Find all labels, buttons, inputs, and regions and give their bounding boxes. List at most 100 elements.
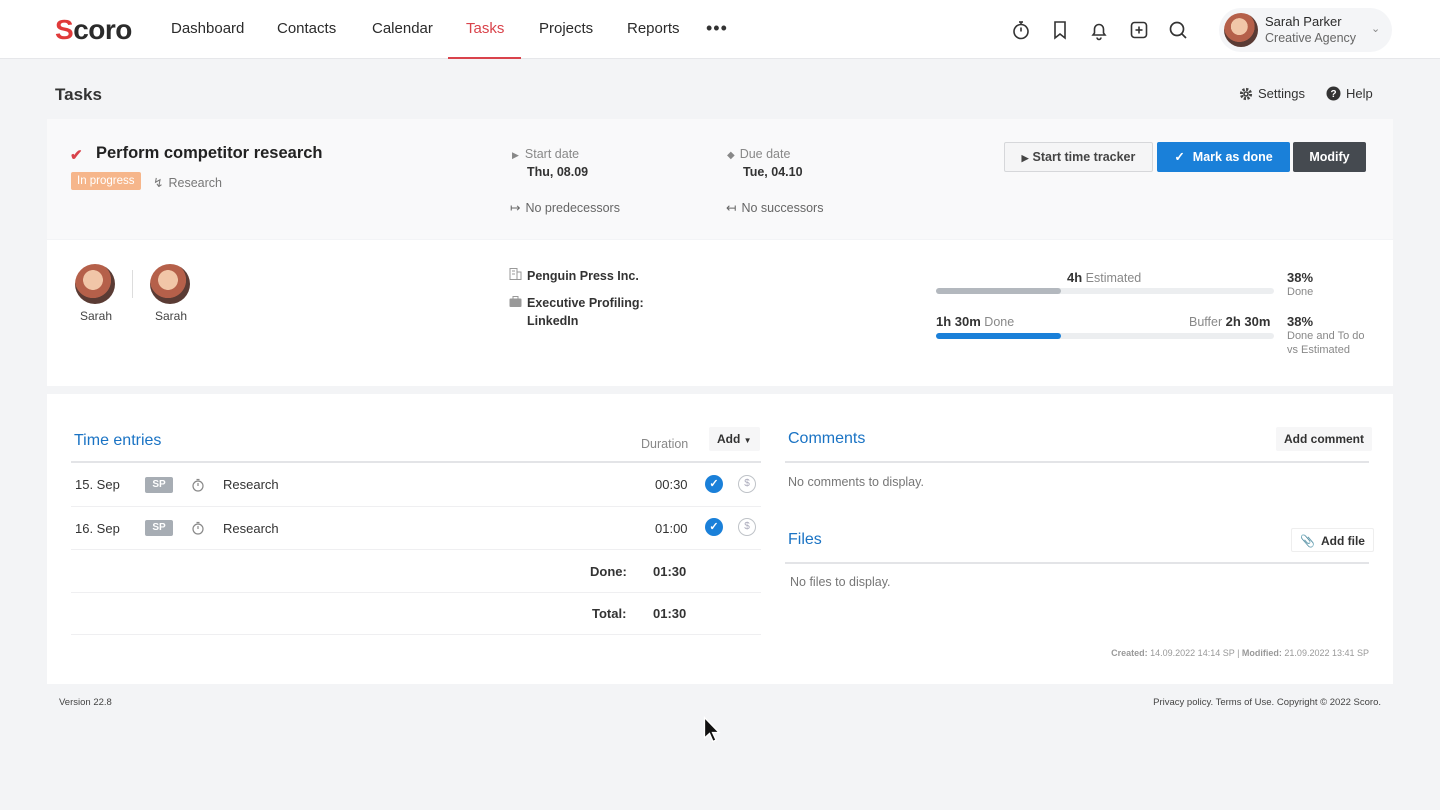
grand-total-label: Total: bbox=[592, 606, 627, 621]
nav-calendar[interactable]: Calendar bbox=[372, 20, 433, 37]
done-time-value: 1h 30m bbox=[936, 314, 981, 329]
add-new-icon[interactable] bbox=[1128, 19, 1150, 41]
due-date-label-text: Due date bbox=[739, 147, 791, 161]
divider bbox=[785, 562, 1369, 564]
paperclip-icon: 📎 bbox=[1300, 534, 1315, 548]
project-name-line2: LinkedIn bbox=[527, 314, 579, 328]
legal-links[interactable]: Privacy policy. Terms of Use. Copyright … bbox=[1000, 697, 1381, 708]
task-activity: ↯ Research bbox=[153, 175, 222, 190]
chevron-down-icon: ⌄ bbox=[1371, 23, 1381, 35]
entry-date: 15. Sep bbox=[75, 477, 120, 492]
user-menu[interactable]: Sarah Parker Creative Agency ⌄ bbox=[1219, 8, 1392, 52]
arrow-right-icon: ↦ bbox=[510, 201, 521, 215]
task-title: Perform competitor research bbox=[96, 144, 323, 162]
predecessors-label: No predecessors bbox=[525, 201, 620, 215]
more-menu-icon[interactable]: ••• bbox=[706, 18, 728, 39]
entry-activity[interactable]: Research bbox=[223, 477, 279, 492]
start-date-label: ▶ Start date bbox=[512, 147, 579, 161]
project-name[interactable]: Executive Profiling: LinkedIn bbox=[527, 294, 644, 330]
scoro-logo[interactable]: Scoro bbox=[55, 14, 132, 46]
successors-label: No successors bbox=[741, 201, 824, 215]
mark-as-done-button[interactable]: ✓ Mark as done bbox=[1157, 142, 1290, 172]
mark-as-done-label: Mark as done bbox=[1192, 150, 1273, 164]
user-initials-badge: SP bbox=[145, 520, 173, 536]
completed-check-icon[interactable]: ✓ bbox=[705, 475, 723, 493]
comments-empty-message: No comments to display. bbox=[788, 475, 924, 489]
done-total-value: 01:30 bbox=[653, 564, 687, 579]
estimated-value: 4h bbox=[1067, 270, 1083, 285]
billable-dollar-icon[interactable]: $ bbox=[738, 518, 756, 536]
add-file-button[interactable]: 📎 Add file bbox=[1291, 528, 1374, 552]
bell-icon[interactable] bbox=[1088, 19, 1110, 41]
start-date-label-text: Start date bbox=[524, 147, 580, 161]
entry-date: 16. Sep bbox=[75, 521, 120, 536]
entry-activity[interactable]: Research bbox=[223, 521, 279, 536]
duration-column-header: Duration bbox=[641, 437, 689, 451]
done-total-label: Done: bbox=[590, 564, 627, 579]
due-date-label: ◆ Due date bbox=[727, 147, 790, 161]
nav-tasks[interactable]: Tasks bbox=[466, 20, 504, 37]
project-name-line1: Executive Profiling: bbox=[527, 296, 644, 310]
divider bbox=[71, 461, 761, 463]
done-todo-label: Done and To do vs Estimated bbox=[1287, 329, 1364, 357]
settings-label: Settings bbox=[1258, 86, 1305, 101]
add-time-entry-label: Add bbox=[717, 432, 741, 446]
user-avatar bbox=[1224, 13, 1258, 47]
task-activity-label: Research bbox=[168, 176, 222, 190]
estimated-label: 4h Estimated bbox=[1067, 270, 1141, 285]
assignee-avatar[interactable] bbox=[150, 264, 190, 304]
svg-text:?: ? bbox=[1330, 89, 1336, 100]
assignee-name: Sarah bbox=[155, 309, 188, 323]
task-details-card bbox=[47, 240, 1393, 386]
help-link[interactable]: ? Help bbox=[1326, 86, 1373, 101]
settings-link[interactable]: Settings bbox=[1239, 86, 1305, 101]
nav-dashboard[interactable]: Dashboard bbox=[171, 20, 244, 37]
version-text: Version 22.8 bbox=[59, 697, 112, 708]
timer-icon[interactable] bbox=[1010, 19, 1032, 41]
entry-duration: 01:00 bbox=[655, 521, 688, 536]
start-time-tracker-button[interactable]: ▶ Start time tracker bbox=[1004, 142, 1153, 172]
estimated-text: Estimated bbox=[1085, 271, 1142, 285]
nav-contacts[interactable]: Contacts bbox=[277, 20, 336, 37]
diamond-icon: ◆ bbox=[727, 150, 735, 161]
add-time-entry-button[interactable]: Add ▼ bbox=[709, 427, 760, 451]
company-name[interactable]: Penguin Press Inc. bbox=[527, 267, 639, 285]
building-icon bbox=[509, 268, 522, 280]
done-time-label: Done bbox=[984, 315, 1015, 329]
user-initials-badge: SP bbox=[145, 477, 173, 493]
assignee-avatar[interactable] bbox=[75, 264, 115, 304]
play-icon: ▶ bbox=[512, 150, 519, 160]
user-name: Sarah Parker bbox=[1265, 14, 1342, 29]
nav-projects[interactable]: Projects bbox=[539, 20, 593, 37]
lightning-icon: ↯ bbox=[153, 176, 164, 190]
done-todo-label-line1: Done and To do bbox=[1287, 330, 1365, 342]
bookmark-icon[interactable] bbox=[1049, 19, 1071, 41]
active-tab-indicator bbox=[448, 57, 521, 59]
row-divider bbox=[71, 549, 761, 550]
task-header-card bbox=[47, 119, 1393, 239]
top-navigation: Scoro Dashboard Contacts Calendar Tasks … bbox=[0, 0, 1440, 59]
start-date-value: Thu, 08.09 bbox=[527, 165, 589, 179]
play-icon: ▶ bbox=[1021, 153, 1029, 163]
nav-reports[interactable]: Reports bbox=[627, 20, 680, 37]
search-icon[interactable] bbox=[1167, 19, 1189, 41]
estimated-progress-bar bbox=[936, 288, 1274, 294]
billable-dollar-icon[interactable]: $ bbox=[738, 475, 756, 493]
user-organization: Creative Agency bbox=[1265, 31, 1357, 45]
estimated-progress-fill bbox=[936, 288, 1062, 294]
add-comment-button[interactable]: Add comment bbox=[1276, 427, 1373, 451]
arrow-left-icon: ↤ bbox=[726, 201, 737, 215]
done-progress-bar bbox=[936, 333, 1274, 339]
done-todo-label-line2: vs Estimated bbox=[1287, 344, 1350, 356]
comments-title: Comments bbox=[788, 430, 866, 447]
entry-duration: 00:30 bbox=[655, 477, 688, 492]
page-title: Tasks bbox=[55, 85, 102, 104]
start-time-tracker-label: Start time tracker bbox=[1032, 150, 1136, 164]
done-todo-percent: 38% bbox=[1287, 314, 1314, 329]
modified-label: Modified: bbox=[1241, 648, 1282, 658]
completed-check-icon[interactable]: ✓ bbox=[705, 518, 723, 536]
modify-button[interactable]: Modify bbox=[1293, 142, 1366, 172]
buffer-label: Buffer bbox=[1189, 315, 1223, 329]
record-metadata: Created: 14.09.2022 14:14 SP | Modified:… bbox=[1111, 648, 1369, 658]
predecessors: ↦ No predecessors bbox=[510, 200, 620, 215]
